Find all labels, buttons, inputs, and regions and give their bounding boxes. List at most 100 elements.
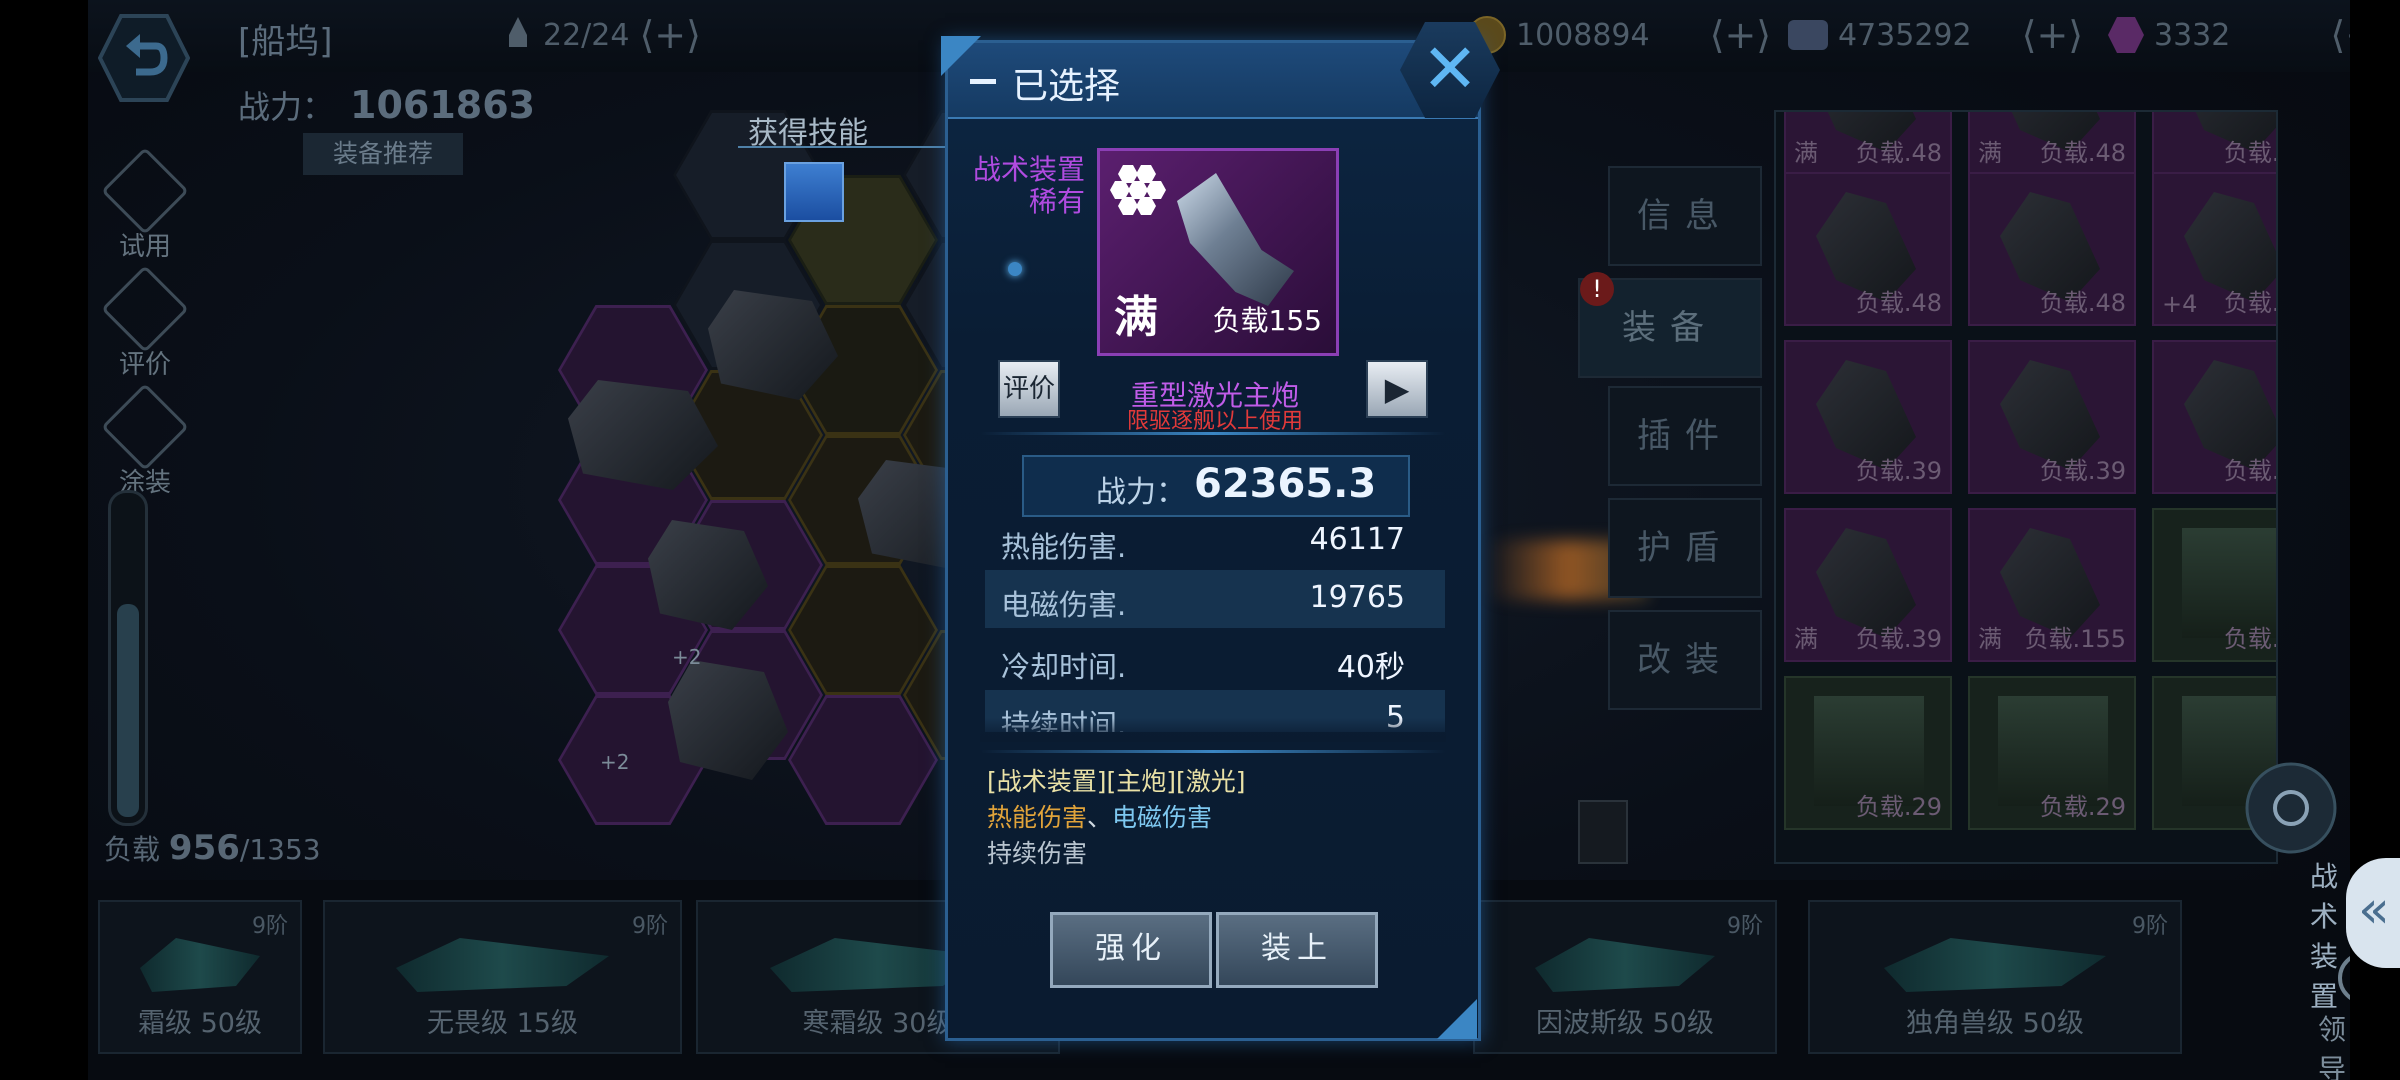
hex-slot-inner (791, 698, 935, 822)
load-current: 956 (168, 828, 240, 868)
ship-name: 无畏级 15级 (427, 1008, 578, 1039)
item-load-label: 负载.39 (1855, 625, 1942, 653)
stat-value: 46117 (1309, 522, 1405, 557)
item-load-label: 负载.39 (1855, 457, 1942, 485)
ship-tier: 9阶 (1727, 914, 1763, 939)
gauge-icon[interactable] (2334, 948, 2350, 1004)
divider (980, 750, 1446, 753)
fleet-power-label: 战力： (238, 88, 335, 126)
add-gem-button[interactable]: ⟨+⟩ (2330, 13, 2350, 57)
hex-bonus-label: +2 (600, 750, 630, 774)
ship-count: 22/24 ⟨+⟩ (503, 12, 701, 58)
minus-icon (970, 79, 996, 84)
load-readout: 负载 956/1353 (104, 828, 321, 868)
inventory-item[interactable]: +4 负载.39 (2152, 172, 2276, 326)
empty-slot (1578, 800, 1628, 864)
dock-title: [船坞] (238, 22, 333, 62)
dialog-corner-deco (1437, 999, 1477, 1039)
stat-value: 19765 (1309, 580, 1405, 615)
item-mark: 满 (1978, 625, 2002, 653)
close-icon: ✕ (1421, 30, 1479, 109)
trial-label: 试用 (118, 232, 171, 262)
rate-ship-label: 评价 (118, 350, 171, 380)
gem-value: 3332 (2154, 17, 2231, 53)
rate-ship-button[interactable]: 评价 (100, 265, 190, 381)
item-power-box: 战力： 62365.3 (1022, 455, 1410, 517)
check-icon (101, 147, 189, 235)
rate-item-button[interactable]: 评价 (998, 360, 1060, 418)
inventory-item[interactable]: 满 负载.48 (1784, 112, 1952, 176)
item-effect: 持续伤害 (987, 839, 1088, 868)
ship-name: 霜级 50级 (138, 1008, 262, 1039)
chevron-left-icon: « (2358, 880, 2390, 940)
tab-shield[interactable]: 护盾 (1608, 498, 1762, 598)
inventory-item[interactable]: 负载.29 (1968, 676, 2136, 830)
tab-info[interactable]: 信息 (1608, 166, 1762, 266)
paint-button[interactable]: 涂装 (100, 383, 190, 499)
item-restriction: 限驱逐舰以上使用 (1126, 409, 1303, 434)
star-hex (1146, 181, 1166, 199)
add-gold-button[interactable]: ⟨+⟩ (1710, 13, 1772, 57)
rocket-icon (509, 17, 527, 47)
tactical-device-icon[interactable] (2236, 758, 2346, 858)
inventory-item[interactable]: 负载.48 (2152, 112, 2276, 176)
equip-button[interactable]: 装上 (1216, 912, 1378, 988)
tab-modify[interactable]: 改装 (1608, 610, 1762, 710)
inventory-item[interactable]: 满 负载.48 (1968, 112, 2136, 176)
ship-art (140, 938, 260, 992)
equipment-recommend-button[interactable]: 装备推荐 (303, 133, 463, 175)
item-load: 负载155 (1212, 304, 1322, 337)
fleet-power: 战力： 1061863 (238, 82, 535, 128)
star-hex (1136, 197, 1156, 215)
inventory-item[interactable]: 负载.39 (1968, 340, 2136, 494)
laser-cannon-art (1177, 173, 1294, 306)
damage-types: 热能伤害、电磁伤害 (987, 798, 1212, 834)
pointer-dot (1008, 262, 1022, 276)
skill-icon[interactable] (784, 162, 844, 222)
inventory-item[interactable]: 负载.48 (1784, 172, 1952, 326)
item-load-label: 负载.29 (2039, 793, 2126, 821)
play-icon: ▶ (1384, 370, 1410, 408)
ship-name: 独角兽级 50级 (1906, 1008, 2084, 1039)
ship-card[interactable]: 9阶 独角兽级 50级 (1808, 900, 2182, 1054)
item-power-label: 战力： (1096, 475, 1186, 510)
add-crystal-button[interactable]: ⟨+⟩ (2022, 13, 2084, 57)
upgrade-button[interactable]: 强化 (1050, 912, 1212, 988)
hex-slot-inner (791, 568, 935, 692)
star-hex (1118, 165, 1138, 183)
inventory-item[interactable]: 负载.48 (1968, 172, 2136, 326)
ship-card[interactable]: 9阶 无畏级 15级 (323, 900, 682, 1054)
inventory-item[interactable]: 负载.39 (1784, 340, 1952, 494)
crystal-icon (1788, 20, 1828, 50)
ship-tier: 9阶 (252, 914, 288, 939)
item-load-label: 负载.48 (1855, 139, 1942, 167)
gem-icon (2108, 17, 2144, 53)
inventory-item[interactable]: 负载.29 (1784, 676, 1952, 830)
alert-badge: ! (1580, 272, 1614, 306)
item-load-label: 负载.39 (2223, 457, 2276, 485)
ship-count-value: 22/24 (543, 17, 630, 53)
inventory-item[interactable]: 负载.29 (2152, 508, 2276, 662)
trial-button[interactable]: 试用 (100, 147, 190, 263)
ship-name: 因波斯级 50级 (1536, 1008, 1714, 1039)
play-preview-button[interactable]: ▶ (1366, 360, 1428, 418)
item-load-label: 负载.48 (2039, 139, 2126, 167)
load-gauge (108, 490, 148, 826)
add-ship-button[interactable]: ⟨+⟩ (639, 13, 701, 57)
inventory-item[interactable]: 满负载.155 (1968, 508, 2136, 662)
collapse-panel-button[interactable]: « (2346, 858, 2400, 968)
fleet-power-value: 1061863 (350, 83, 536, 127)
ship-card[interactable]: 9阶因波斯级 50级 (1473, 900, 1777, 1054)
paint-icon (101, 383, 189, 471)
back-icon[interactable] (98, 12, 190, 104)
stat-row: 冷却时间. 40秒 (985, 632, 1445, 690)
ship-card[interactable]: 9阶霜级 50级 (98, 900, 302, 1054)
item-load-label: 负载.48 (2039, 289, 2126, 317)
leadership-label: 领导力 (2318, 1013, 2347, 1080)
inventory-item[interactable]: 负载.39 (2152, 340, 2276, 494)
stat-name: 电磁伤害. (1001, 588, 1127, 622)
tab-plugin[interactable]: 插件 (1608, 386, 1762, 486)
inventory-item[interactable]: 满 负载.39 (1784, 508, 1952, 662)
dialog-corner-deco (941, 36, 981, 76)
item-tags: [战术装置][主炮][激光] (987, 767, 1246, 796)
